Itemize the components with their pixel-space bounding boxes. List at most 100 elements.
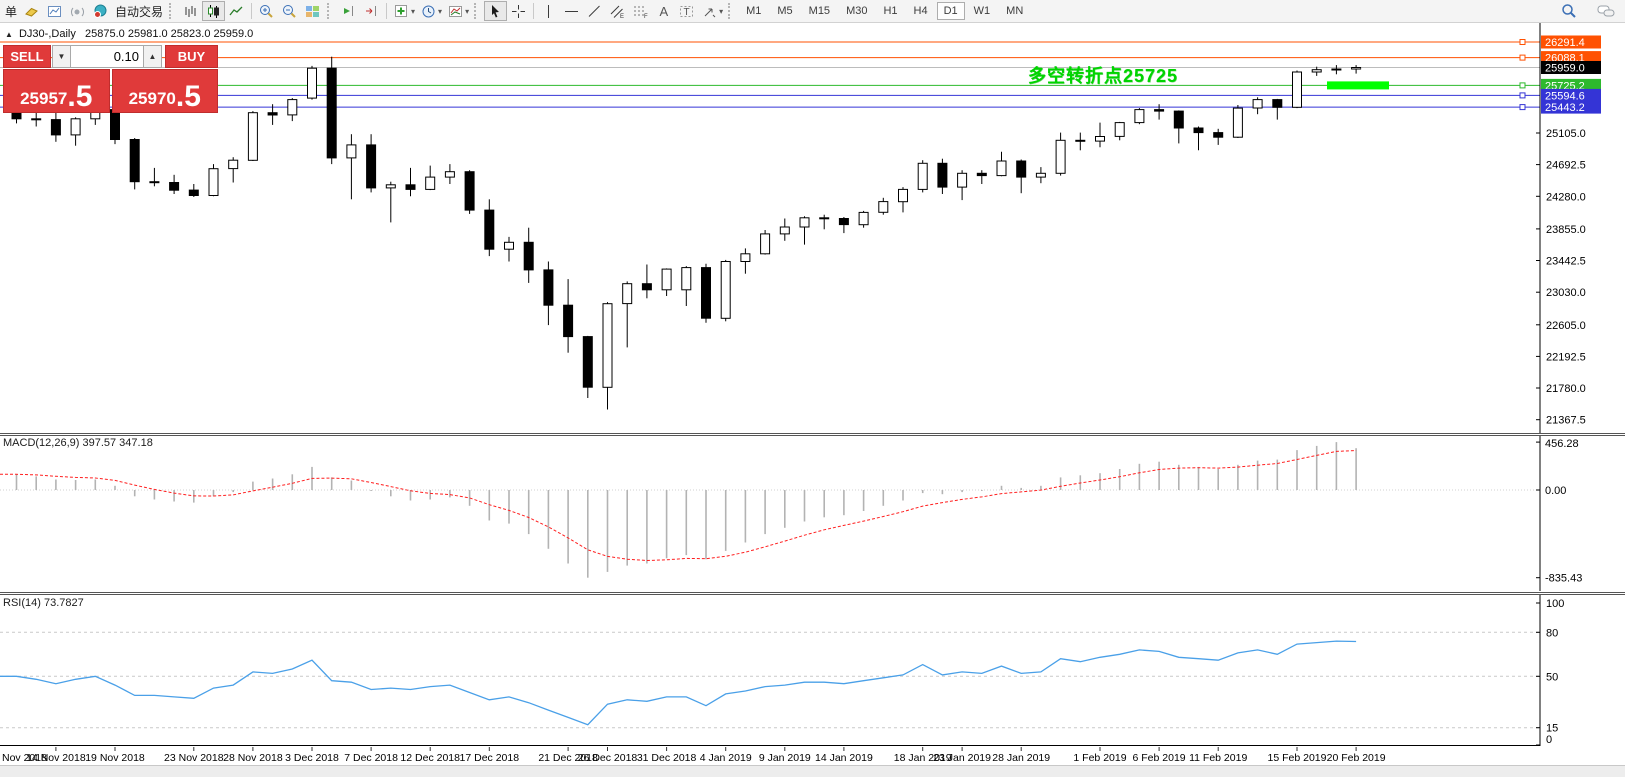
toolbar-separator — [533, 3, 534, 19]
bottom-strip — [0, 765, 1625, 777]
rsi-header: RSI(14) 73.7827 — [3, 597, 84, 609]
new-order-button[interactable]: 单 — [2, 3, 20, 20]
timeframe-button-m1[interactable]: M1 — [739, 2, 768, 20]
periods-clock-icon[interactable] — [417, 1, 440, 21]
chart-annotation-text: 多空转折点25725 — [1028, 62, 1178, 88]
rsi-tick-label: 50 — [1546, 671, 1558, 683]
zoom-in-icon[interactable] — [255, 1, 278, 21]
one-click-trading-panel: SELL ▼ ▲ BUY 25957 .5 25970 .5 — [3, 45, 218, 113]
line-chart-mode-icon[interactable] — [225, 1, 248, 21]
price-tick-label: 22192.5 — [1546, 351, 1586, 363]
hline-handle — [1520, 40, 1525, 45]
cursor-icon[interactable] — [484, 1, 507, 21]
price-tick-label: 23855.0 — [1546, 224, 1586, 236]
profile-window-icon[interactable] — [43, 1, 66, 21]
date-axis[interactable]: Nov 201814 Nov 201819 Nov 201823 Nov 201… — [0, 747, 1625, 765]
price-tick-label: 21367.5 — [1546, 415, 1586, 427]
timeframe-button-mn[interactable]: MN — [999, 2, 1030, 20]
timeframe-button-m30[interactable]: M30 — [839, 2, 874, 20]
pane-separator[interactable] — [0, 592, 1625, 593]
text-label-tool-icon[interactable]: T — [675, 1, 698, 21]
sell-price-box[interactable]: 25957 .5 — [3, 69, 110, 113]
add-indicator-icon[interactable] — [390, 1, 413, 21]
buy-price-box[interactable]: 25970 .5 — [112, 69, 219, 113]
pane-separator[interactable] — [0, 433, 1625, 434]
svg-text:F: F — [644, 14, 648, 20]
date-axis-label: 14 Nov 2018 — [26, 752, 86, 764]
date-axis-label: 7 Dec 2018 — [344, 752, 398, 764]
channel-tool-icon[interactable]: E — [606, 1, 629, 21]
price-tick-label: 21780.0 — [1546, 383, 1586, 395]
auto-trading-label[interactable]: 自动交易 — [112, 3, 166, 20]
svg-text:E: E — [620, 14, 624, 20]
chevron-down-icon[interactable]: ▾ — [465, 7, 469, 16]
chart-shift-icon[interactable] — [360, 1, 383, 21]
volume-input[interactable] — [71, 45, 143, 68]
volume-increase-button[interactable]: ▲ — [143, 45, 162, 68]
volume-decrease-button[interactable]: ▼ — [52, 45, 71, 68]
collapse-triangle-icon[interactable]: ▲ — [5, 30, 13, 39]
buy-price: 25970 — [129, 90, 176, 109]
toolbar-separator — [386, 3, 387, 19]
rsi-tick-label: 100 — [1546, 598, 1564, 610]
svg-text:A: A — [660, 4, 669, 19]
date-axis-label: 26 Dec 2018 — [578, 752, 638, 764]
timeframe-group: M1M5M15M30H1H4D1W1MN — [738, 2, 1031, 20]
price-chart-pane[interactable]: 25105.024692.524280.023855.023442.523030… — [0, 23, 1625, 433]
date-axis-label: 20 Feb 2019 — [1327, 752, 1386, 764]
timeframe-button-w1[interactable]: W1 — [967, 2, 998, 20]
tile-windows-icon[interactable] — [301, 1, 324, 21]
timeframe-button-d1[interactable]: D1 — [937, 2, 965, 20]
buy-price-pips: .5 — [176, 85, 201, 109]
svg-text:T: T — [684, 7, 690, 18]
bar-chart-mode-icon[interactable] — [179, 1, 202, 21]
date-axis-label: 6 Feb 2019 — [1133, 752, 1186, 764]
chevron-down-icon[interactable]: ▾ — [719, 7, 723, 16]
auto-trading-icon[interactable] — [89, 1, 112, 21]
macd-tick-label: 456.28 — [1545, 438, 1579, 450]
price-line-label: 26291.4 — [1545, 37, 1585, 49]
fibonacci-tool-icon[interactable]: F — [629, 1, 652, 21]
timeframe-button-h4[interactable]: H4 — [907, 2, 935, 20]
arrows-tool-icon[interactable] — [698, 1, 721, 21]
zoom-out-icon[interactable] — [278, 1, 301, 21]
price-tick-label: 24692.5 — [1546, 160, 1586, 172]
chevron-down-icon[interactable]: ▾ — [438, 7, 442, 16]
toolbar-grip — [169, 3, 176, 19]
gold-icon[interactable] — [20, 1, 43, 21]
signal-icon[interactable] — [66, 1, 89, 21]
chevron-down-icon[interactable]: ▾ — [411, 7, 415, 16]
date-axis-label: 23 Jan 2019 — [933, 752, 991, 764]
candlestick-mode-icon[interactable] — [202, 1, 225, 21]
date-axis-label: 28 Nov 2018 — [223, 752, 283, 764]
date-axis-label: 17 Dec 2018 — [460, 752, 520, 764]
price-tick-label: 24280.0 — [1546, 191, 1586, 203]
toolbar-separator — [251, 3, 252, 19]
buy-button[interactable]: BUY — [165, 45, 218, 68]
trendline-tool-icon[interactable] — [583, 1, 606, 21]
text-tool-icon[interactable]: A — [652, 1, 675, 21]
rsi-tick-label: 15 — [1546, 723, 1558, 735]
sell-button[interactable]: SELL — [3, 45, 51, 68]
rsi-indicator-pane[interactable]: 1008050150 — [0, 595, 1625, 746]
symbol-period-label: DJ30-,Daily — [19, 28, 76, 40]
macd-header: MACD(12,26,9) 397.57 347.18 — [3, 437, 153, 449]
auto-scroll-icon[interactable] — [337, 1, 360, 21]
hline-handle — [1520, 105, 1525, 110]
date-axis-label: 14 Jan 2019 — [815, 752, 873, 764]
date-axis-label: 1 Feb 2019 — [1073, 752, 1126, 764]
price-line-label: 25443.2 — [1545, 102, 1585, 114]
timeframe-button-m5[interactable]: M5 — [770, 2, 799, 20]
crosshair-icon[interactable] — [507, 1, 530, 21]
timeframe-button-h1[interactable]: H1 — [876, 2, 904, 20]
macd-tick-label: 0.00 — [1545, 485, 1566, 497]
chart-header: ▲ DJ30-,Daily 25875.0 25981.0 25823.0 25… — [5, 28, 253, 40]
timeframe-button-m15[interactable]: M15 — [802, 2, 837, 20]
price-tick-label: 23030.0 — [1546, 287, 1586, 299]
macd-indicator-pane[interactable]: 456.280.00-835.43 — [0, 436, 1625, 591]
chat-icon[interactable] — [1594, 1, 1617, 21]
horizontal-line-tool-icon[interactable] — [560, 1, 583, 21]
vertical-line-tool-icon[interactable] — [537, 1, 560, 21]
template-icon[interactable] — [444, 1, 467, 21]
search-icon[interactable] — [1557, 1, 1580, 21]
